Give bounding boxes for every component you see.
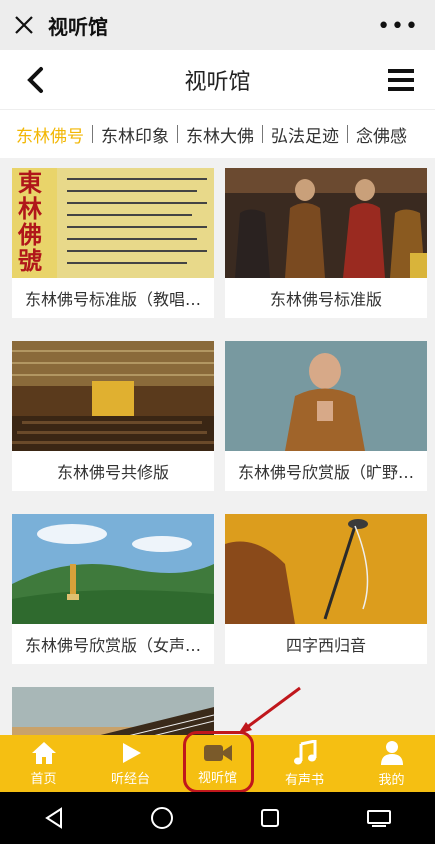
menu-icon[interactable] [387,68,415,92]
nav-label: 听经台 [110,771,150,787]
close-button[interactable] [0,0,48,50]
back-triangle-icon[interactable] [43,807,65,829]
home-circle-icon[interactable] [150,806,174,830]
keyboard-hide-icon[interactable] [366,807,392,829]
video-title: 东林佛号欣赏版（旷野… [237,463,414,482]
video-grid: 東林佛號 东林佛号标准版（教唱… 东林佛号标准版 东林佛号共修版 东林佛号欣赏版… [0,158,435,735]
tab-donglin-fohao[interactable]: 东林佛号 [8,122,92,147]
video-card[interactable]: 东林佛号共修版 [12,341,214,491]
video-card[interactable]: 東林佛號 东林佛号标准版（教唱… [12,168,214,318]
video-title: 东林佛号标准版（教唱… [24,290,201,309]
video-thumbnail [225,514,427,624]
video-thumbnail [225,341,427,451]
video-thumbnail [12,687,214,735]
video-title: 东林佛号共修版 [56,463,169,482]
wechat-title: 视听馆 [48,14,108,39]
wechat-title-bar: 视听馆 ••• [0,0,435,50]
video-thumbnail [12,341,214,451]
video-card[interactable]: 东林佛号欣赏版（女声… [12,514,214,664]
more-button[interactable]: ••• [377,14,419,39]
annotation-arrow-icon [238,686,301,734]
video-thumbnail [12,514,214,624]
play-icon [122,742,141,763]
video-title: 东林佛号标准版 [269,290,382,309]
nav-label: 我的 [378,772,405,788]
recents-square-icon[interactable] [259,807,281,829]
nav-home[interactable]: 首页 [0,735,87,792]
calligraphy-title: 東林佛號 [18,168,42,275]
android-navigation-bar [0,792,435,844]
home-icon [31,741,56,764]
tab-nianfo-gan[interactable]: 念佛感 [348,122,415,147]
tab-donglin-dafo[interactable]: 东林大佛 [178,122,262,147]
video-thumbnail [225,168,427,278]
tab-donglin-yinxiang[interactable]: 东林印象 [93,122,177,147]
back-icon[interactable] [22,66,50,94]
video-title: 四字西归音 [285,636,366,655]
nav-tingjingtai[interactable]: 听经台 [87,735,174,792]
nav-wode[interactable]: 我的 [348,735,435,792]
close-icon [15,16,33,34]
tab-hongfa-zuji[interactable]: 弘法足迹 [263,122,347,147]
page-title: 视听馆 [184,69,251,95]
page-header: 视听馆 [0,50,435,110]
video-card[interactable]: 东林佛号标准版 [225,168,427,318]
category-tabs: 东林佛号 东林印象 东林大佛 弘法足迹 念佛感 [0,110,435,158]
user-icon [380,740,403,765]
video-card[interactable]: 东林佛号欣赏版（旷野… [225,341,427,491]
nav-label: 有声书 [284,772,324,788]
video-card[interactable] [12,687,214,735]
video-card[interactable]: 四字西归音 [225,514,427,664]
video-title: 东林佛号欣赏版（女声… [24,636,201,655]
nav-label: 首页 [30,771,57,787]
